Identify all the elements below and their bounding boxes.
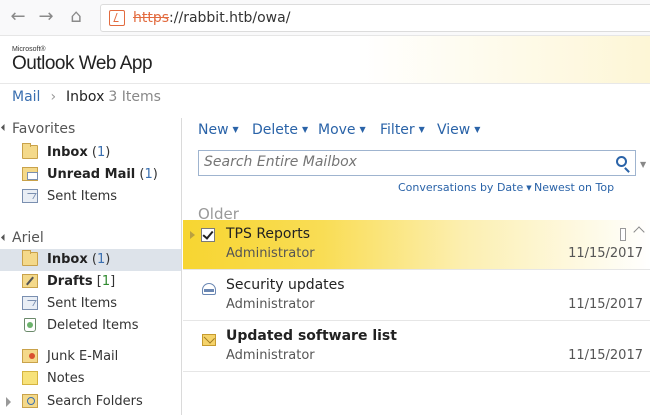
folder-pane: Favorites Inbox (1) Unread Mail (1) Sent… <box>0 118 182 415</box>
chevron-down-icon: ▼ <box>302 125 309 134</box>
drafts-icon <box>22 274 38 288</box>
sent-items-icon <box>22 189 38 203</box>
forward-icon[interactable]: → <box>34 5 58 29</box>
search-options-chevron-icon[interactable]: ▼ <box>640 160 646 169</box>
mailbox-collapse-icon[interactable] <box>0 233 9 242</box>
sort-order-toggle[interactable]: Newest on Top <box>534 181 614 194</box>
folder-inbox[interactable]: Inbox (1) <box>0 249 181 271</box>
search-box <box>198 150 636 176</box>
message-date: 11/15/2017 <box>568 297 643 312</box>
breadcrumb-separator-icon: › <box>50 89 57 105</box>
folder-notes[interactable]: Notes <box>0 368 181 390</box>
chevron-down-icon: ▼ <box>474 125 481 134</box>
message-sender: Administrator <box>226 297 315 312</box>
sent-items-icon <box>22 296 38 310</box>
meeting-request-icon <box>202 283 216 295</box>
unread-envelope-icon <box>202 334 216 346</box>
folder-label: Deleted Items <box>47 318 139 333</box>
favorites-collapse-icon[interactable] <box>0 123 9 132</box>
folder-search-folders[interactable]: Search Folders <box>0 391 181 413</box>
chevron-down-icon: ▼ <box>359 125 366 134</box>
delete-button[interactable]: Delete ▼ <box>252 122 308 138</box>
owa-header: Microsoft® Outlook Web App <box>0 36 650 84</box>
favorite-inbox[interactable]: Inbox (1) <box>0 142 181 164</box>
notes-icon <box>22 371 38 385</box>
browser-toolbar: ← → ⌂ https://rabbit.htb/owa/ <box>0 0 650 36</box>
outlook-web-app-logo: Microsoft® Outlook Web App <box>12 46 153 74</box>
folder-junk-email[interactable]: Junk E-Mail <box>0 346 181 368</box>
deleted-items-icon <box>24 318 36 332</box>
folder-label: Drafts <box>47 274 93 289</box>
search-input[interactable] <box>204 154 604 170</box>
message-checkbox[interactable] <box>201 228 215 242</box>
folder-label: Sent Items <box>47 189 118 204</box>
folder-sent-items[interactable]: Sent Items <box>0 293 181 315</box>
folder-unread-count: 1 <box>144 167 153 182</box>
chevron-down-icon: ▼ <box>232 125 239 134</box>
view-button[interactable]: View ▼ <box>437 122 480 138</box>
folder-unread-count: 1 <box>96 252 106 267</box>
message-subject: Updated software list <box>226 328 397 344</box>
category-icon[interactable] <box>620 228 626 241</box>
back-icon[interactable]: ← <box>6 5 30 29</box>
folder-label: Inbox <box>47 252 88 267</box>
breadcrumb-mail-link[interactable]: Mail <box>12 89 40 105</box>
search-folders-icon <box>22 394 38 408</box>
logo-name: Outlook Web App <box>12 53 153 74</box>
inbox-folder-icon <box>22 250 38 266</box>
message-sender: Administrator <box>226 348 315 363</box>
chevron-down-icon: ▼ <box>526 184 532 192</box>
favorite-unread-mail[interactable]: Unread Mail (1) <box>0 164 181 186</box>
folder-label: Unread Mail <box>47 167 136 182</box>
breadcrumb-item-count: 3 Items <box>108 89 161 105</box>
expand-icon[interactable] <box>6 397 11 407</box>
message-subject: Security updates <box>226 277 345 293</box>
message-subject: TPS Reports <box>226 226 311 242</box>
flag-icon[interactable] <box>633 226 645 238</box>
message-date: 11/15/2017 <box>568 246 643 261</box>
folder-label: Inbox <box>47 145 88 160</box>
new-button[interactable]: New ▼ <box>198 122 239 138</box>
mailbox-title[interactable]: Ariel <box>12 230 44 246</box>
filter-button[interactable]: Filter ▼ <box>380 122 425 138</box>
move-button[interactable]: Move ▼ <box>318 122 366 138</box>
message-date: 11/15/2017 <box>568 348 643 363</box>
insecure-connection-icon[interactable] <box>109 10 125 26</box>
address-bar[interactable]: https://rabbit.htb/owa/ <box>100 4 650 32</box>
message-row[interactable]: TPS Reports Administrator 11/15/2017 <box>183 220 650 270</box>
inbox-folder-icon <box>22 143 38 159</box>
search-icon[interactable] <box>616 156 627 167</box>
arrange-by-dropdown[interactable]: Conversations by Date ▼ <box>398 181 532 194</box>
breadcrumb-current-folder: Inbox <box>66 89 105 105</box>
message-row[interactable]: Security updates Administrator 11/15/201… <box>183 271 650 321</box>
expand-conversation-icon[interactable] <box>190 231 195 239</box>
folder-label: Junk E-Mail <box>47 349 119 364</box>
folder-deleted-items[interactable]: Deleted Items <box>0 315 181 337</box>
message-row[interactable]: Updated software list Administrator 11/1… <box>183 322 650 372</box>
breadcrumb: Mail › Inbox 3 Items <box>12 89 161 105</box>
favorite-sent-items[interactable]: Sent Items <box>0 186 181 208</box>
junk-mail-icon <box>22 349 38 363</box>
folder-label: Notes <box>47 371 85 386</box>
folder-unread-count: 1 <box>96 145 106 160</box>
folder-label: Sent Items <box>47 296 118 311</box>
url-text[interactable]: https://rabbit.htb/owa/ <box>133 10 290 26</box>
favorites-title[interactable]: Favorites <box>12 121 75 137</box>
chevron-down-icon: ▼ <box>418 125 425 134</box>
home-icon[interactable]: ⌂ <box>64 5 88 29</box>
folder-draft-count: 1 <box>101 274 111 289</box>
folder-drafts[interactable]: Drafts [1] <box>0 271 181 293</box>
folder-label: Search Folders <box>47 394 143 409</box>
unread-mail-icon <box>22 167 38 181</box>
message-sender: Administrator <box>226 246 315 261</box>
